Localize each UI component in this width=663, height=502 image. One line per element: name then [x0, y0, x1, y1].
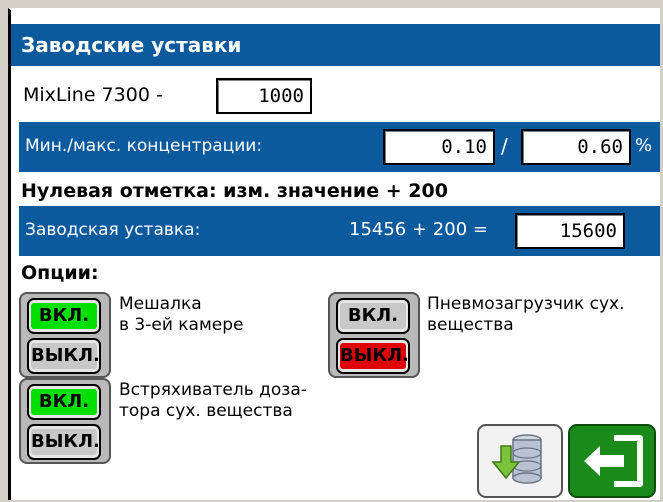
mixline-label: MixLine 7300 -: [23, 84, 163, 106]
concentration-label: Мин./макс. концентрации:: [25, 136, 263, 156]
pneumatic-loader-description-line1: Пневмозагрузчик сух.: [427, 294, 625, 314]
pneumatic-loader-toggle-group: ВКЛ. ВЫКЛ.: [328, 292, 420, 378]
pneumatic-loader-description: Пневмозагрузчик сух. вещества: [427, 294, 625, 336]
pneumatic-loader-description-line2: вещества: [427, 315, 514, 335]
zero-mark-heading: Нулевая отметка: изм. значение + 200: [21, 180, 448, 202]
pneumatic-loader-on-label: ВКЛ.: [340, 303, 406, 329]
concentration-unit: %: [635, 135, 653, 156]
min-concentration-input[interactable]: 0.10: [383, 129, 495, 165]
shaker-on-label: ВКЛ.: [31, 389, 97, 415]
page-title: Заводские уставки: [11, 24, 660, 66]
mixline-value-input[interactable]: 1000: [216, 78, 312, 114]
mixer-on-label: ВКЛ.: [31, 303, 97, 329]
concentration-separator: /: [501, 134, 508, 158]
mixer-toggle-group: ВКЛ. ВЫКЛ.: [19, 292, 111, 378]
mixer-off-label: ВЫКЛ.: [31, 343, 100, 369]
factory-setting-band: Заводская уставка: 15456 + 200 = 15600: [19, 206, 660, 256]
exit-icon: [584, 435, 643, 487]
shaker-description-line2: тора сух. вещества: [119, 401, 293, 421]
pneumatic-loader-on-button[interactable]: ВКЛ.: [336, 298, 410, 334]
shaker-off-button[interactable]: ВЫКЛ.: [27, 424, 101, 460]
mixer-off-button[interactable]: ВЫКЛ.: [27, 338, 101, 374]
mixer-on-button[interactable]: ВКЛ.: [27, 298, 101, 334]
shaker-off-label: ВЫКЛ.: [31, 429, 100, 455]
shaker-toggle-group: ВКЛ. ВЫКЛ.: [19, 378, 111, 464]
options-heading: Опции:: [21, 262, 99, 284]
mixer-description: Мешалка в 3-ей камере: [119, 294, 244, 336]
mixer-description-line2: в 3-ей камере: [119, 315, 244, 335]
shaker-description-line1: Встряхиватель доза-: [119, 380, 307, 400]
max-concentration-input[interactable]: 0.60: [521, 129, 631, 165]
factory-setting-input[interactable]: 15600: [515, 213, 625, 249]
mixer-description-line1: Мешалка: [119, 294, 202, 314]
concentration-band: Мин./макс. концентрации: 0.10 / 0.60 %: [19, 122, 660, 172]
database-download-button[interactable]: [477, 424, 563, 498]
database-download-icon: [491, 434, 542, 484]
factory-setting-label: Заводская уставка:: [25, 220, 201, 240]
pneumatic-loader-off-label: ВЫКЛ.: [340, 343, 409, 369]
exit-button[interactable]: [568, 424, 656, 498]
pneumatic-loader-off-button[interactable]: ВЫКЛ.: [336, 338, 410, 374]
shaker-on-button[interactable]: ВКЛ.: [27, 384, 101, 420]
window-frame: Заводские уставки MixLine 7300 - 1000 Ми…: [8, 8, 660, 500]
factory-setting-expression: 15456 + 200 =: [349, 219, 488, 240]
shaker-description: Встряхиватель доза- тора сух. вещества: [119, 380, 307, 422]
